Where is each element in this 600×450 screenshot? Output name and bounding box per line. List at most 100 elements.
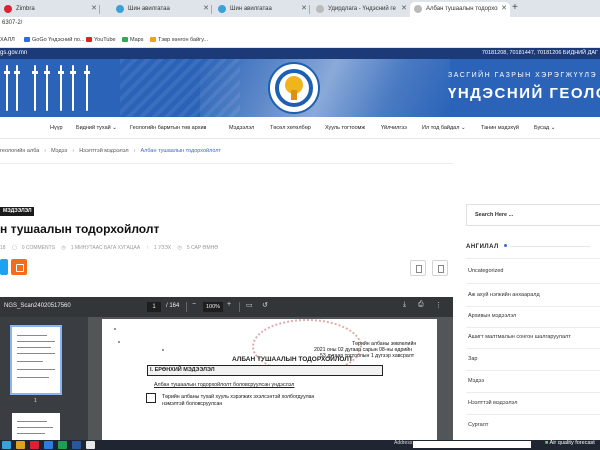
category-link[interactable]: Аж ахуй нэгжийн анхааралд: [468, 292, 540, 298]
bookmark-post-button[interactable]: [410, 260, 426, 276]
browser-tab[interactable]: Zimbra ✕: [0, 2, 100, 17]
url-text[interactable]: 6307-2/: [2, 20, 22, 26]
pdf-page: Төрийн албаны зөвлөлийн 2021 оны 02 дуга…: [102, 319, 437, 440]
zimbra-favicon-icon: [4, 5, 12, 13]
emblem-year: 1939: [289, 102, 299, 107]
bookmark-item[interactable]: Maps: [122, 37, 143, 43]
nav-item[interactable]: Нүүр: [50, 125, 63, 131]
chevron-right-icon: ›: [133, 148, 136, 154]
thumb-text-line: [17, 433, 45, 434]
pdf-page-area[interactable]: Төрийн албаны зөвлөлийн 2021 оны 02 дуга…: [88, 317, 453, 440]
clock-icon: ◷: [61, 245, 66, 251]
category-link[interactable]: Ашигт малтмалын сонгон шалгаруулалт: [468, 334, 571, 340]
browser-tab[interactable]: Шин авилгатаа ✕: [214, 2, 310, 17]
rotate-icon[interactable]: ↺: [262, 301, 268, 309]
category-link[interactable]: Архивын мэдээлэл: [468, 313, 516, 319]
bookmark-item[interactable]: ХАЛЛ: [0, 37, 15, 43]
category-badge[interactable]: МЭДЭЭЛЭЛ: [0, 207, 35, 216]
doc-text-line: нэмэлтэй боловсруулсан: [162, 401, 223, 407]
emblem-hammer: [291, 90, 297, 100]
zoom-level-input[interactable]: 100%: [203, 302, 223, 312]
heading-dot: [503, 244, 507, 247]
breadcrumb-link[interactable]: Нээлттэй мэдээлэл: [79, 148, 128, 154]
category-link[interactable]: Мэдээ: [468, 378, 484, 384]
excel-icon[interactable]: [58, 441, 67, 449]
doc-subheading: Албан тушаалын тодорхойлолт боловсруулса…: [154, 382, 295, 388]
start-icon[interactable]: [2, 441, 11, 449]
geology-emblem-logo[interactable]: 1939: [268, 62, 320, 114]
close-tab-icon[interactable]: ✕: [203, 2, 209, 16]
close-tab-icon[interactable]: ✕: [401, 2, 407, 16]
browser-tab[interactable]: Шин авилгатаа ✕: [112, 2, 212, 17]
thumbnail-page-number: 1: [34, 398, 37, 404]
breadcrumb-link[interactable]: геологийн алба: [0, 148, 39, 154]
mongolian-script-glyph: [32, 65, 38, 111]
category-link[interactable]: Нээлттэй мэдээлэл: [468, 400, 517, 406]
close-tab-icon[interactable]: ✕: [91, 2, 97, 16]
bookmark-item[interactable]: YouTube: [86, 37, 116, 43]
bookmark-item[interactable]: GoGo Үндэсний по...: [24, 37, 84, 43]
page-thumbnail[interactable]: [10, 325, 62, 395]
divider: [0, 163, 453, 164]
post-meta: 18 ▢ 0 COMMENTS ◷ 1 МИНУТААС БАГА ХУГАЦАА …: [0, 245, 223, 251]
mix-share-button[interactable]: [11, 259, 27, 275]
edge-icon[interactable]: [44, 441, 53, 449]
nav-item[interactable]: Үйлчилгээ: [381, 125, 407, 131]
breadcrumb: геологийн алба › Мэдээ › Нээлттэй мэдээлэл › А…: [0, 148, 221, 154]
zoom-out-icon[interactable]: −: [192, 301, 196, 308]
categories-title: АНГИЛАЛ: [466, 244, 499, 250]
file-explorer-icon[interactable]: [16, 441, 25, 449]
nav-item[interactable]: Ил тод байдал ⌄: [422, 125, 466, 131]
download-icon[interactable]: ⤓: [403, 301, 406, 309]
category-divider: [466, 283, 600, 284]
pdf-toolbar: NGS_Scan24020517560 1 / 164 − 100% + ▭ ↺…: [0, 297, 453, 317]
page-title: н тушаалын тодорхойлолт: [0, 222, 160, 236]
nav-item[interactable]: Хууль тогтоомж: [325, 125, 365, 131]
main-nav: Нүүр Бидний тухай ⌄ Геологийн бармтын тө…: [0, 117, 600, 139]
bookmark-item[interactable]: Тэвр хөнгон байгу...: [150, 37, 208, 43]
mongolian-script-glyph: [70, 65, 76, 111]
pdf-thumbnail-sidebar: [0, 317, 88, 443]
page-thumbnail[interactable]: [12, 413, 60, 443]
more-options-icon[interactable]: ⋮: [435, 301, 442, 309]
nav-item[interactable]: Мэдээлэл: [229, 125, 254, 131]
nav-item[interactable]: Бусад ⌄: [534, 125, 555, 131]
category-divider: [466, 414, 600, 415]
category-link[interactable]: Зар: [468, 356, 477, 362]
twitter-share-button[interactable]: [0, 259, 8, 275]
nav-item[interactable]: Геологийн бармтын төв архив: [130, 125, 206, 131]
close-tab-icon[interactable]: ✕: [301, 2, 307, 16]
fit-page-icon[interactable]: ▭: [246, 301, 253, 309]
print-icon[interactable]: ⎙: [418, 301, 424, 309]
chrome-icon[interactable]: [86, 441, 95, 449]
taskbar-address-input[interactable]: [413, 441, 531, 448]
print-post-button[interactable]: [432, 260, 448, 276]
nav-item[interactable]: Төсөл хөтөлбөр: [270, 125, 311, 131]
site-domain: gs.gov.mn: [0, 50, 28, 56]
page-number-input[interactable]: 1: [147, 302, 161, 312]
breadcrumb-link[interactable]: Мэдээ: [51, 148, 67, 154]
pdf-app-icon[interactable]: [30, 441, 39, 449]
weather-widget[interactable]: ■ Air quality forecast: [545, 440, 595, 446]
nav-item[interactable]: Бидний тухай ⌄: [76, 125, 117, 131]
doc-text-line: Төрийн албаны тухай хууль хэрэгжих эхэлс…: [162, 394, 315, 400]
close-tab-icon[interactable]: ✕: [501, 2, 507, 16]
bookmark-label: ХАЛЛ: [0, 37, 15, 43]
zoom-in-icon[interactable]: +: [227, 301, 231, 308]
heading-line: [509, 246, 590, 247]
meta-comments[interactable]: 0 COMMENTS: [22, 245, 55, 251]
category-link[interactable]: Uncategorized: [468, 268, 503, 274]
browser-tab-bar: Zimbra ✕ Шин авилгатаа ✕ Шин авилгатаа ✕…: [0, 0, 600, 17]
bookmark-label: Maps: [130, 37, 144, 43]
new-tab-button[interactable]: +: [512, 2, 518, 13]
browser-tab[interactable]: Удирдлага - Үндэсний геолог... ✕: [312, 2, 410, 17]
category-link[interactable]: Сургалт: [468, 422, 488, 428]
nav-item[interactable]: Танин мэдэхүй: [481, 125, 519, 131]
thumb-text-line: [17, 347, 51, 348]
chevron-right-icon: ›: [72, 148, 75, 154]
maps-icon: [122, 37, 128, 42]
address-bar[interactable]: 6307-2/: [0, 17, 600, 34]
search-input[interactable]: Search Here ...: [466, 204, 600, 226]
word-icon[interactable]: [72, 441, 81, 449]
browser-tab-active[interactable]: Албан тушаалын тодорхойлолт ✕: [410, 2, 510, 17]
